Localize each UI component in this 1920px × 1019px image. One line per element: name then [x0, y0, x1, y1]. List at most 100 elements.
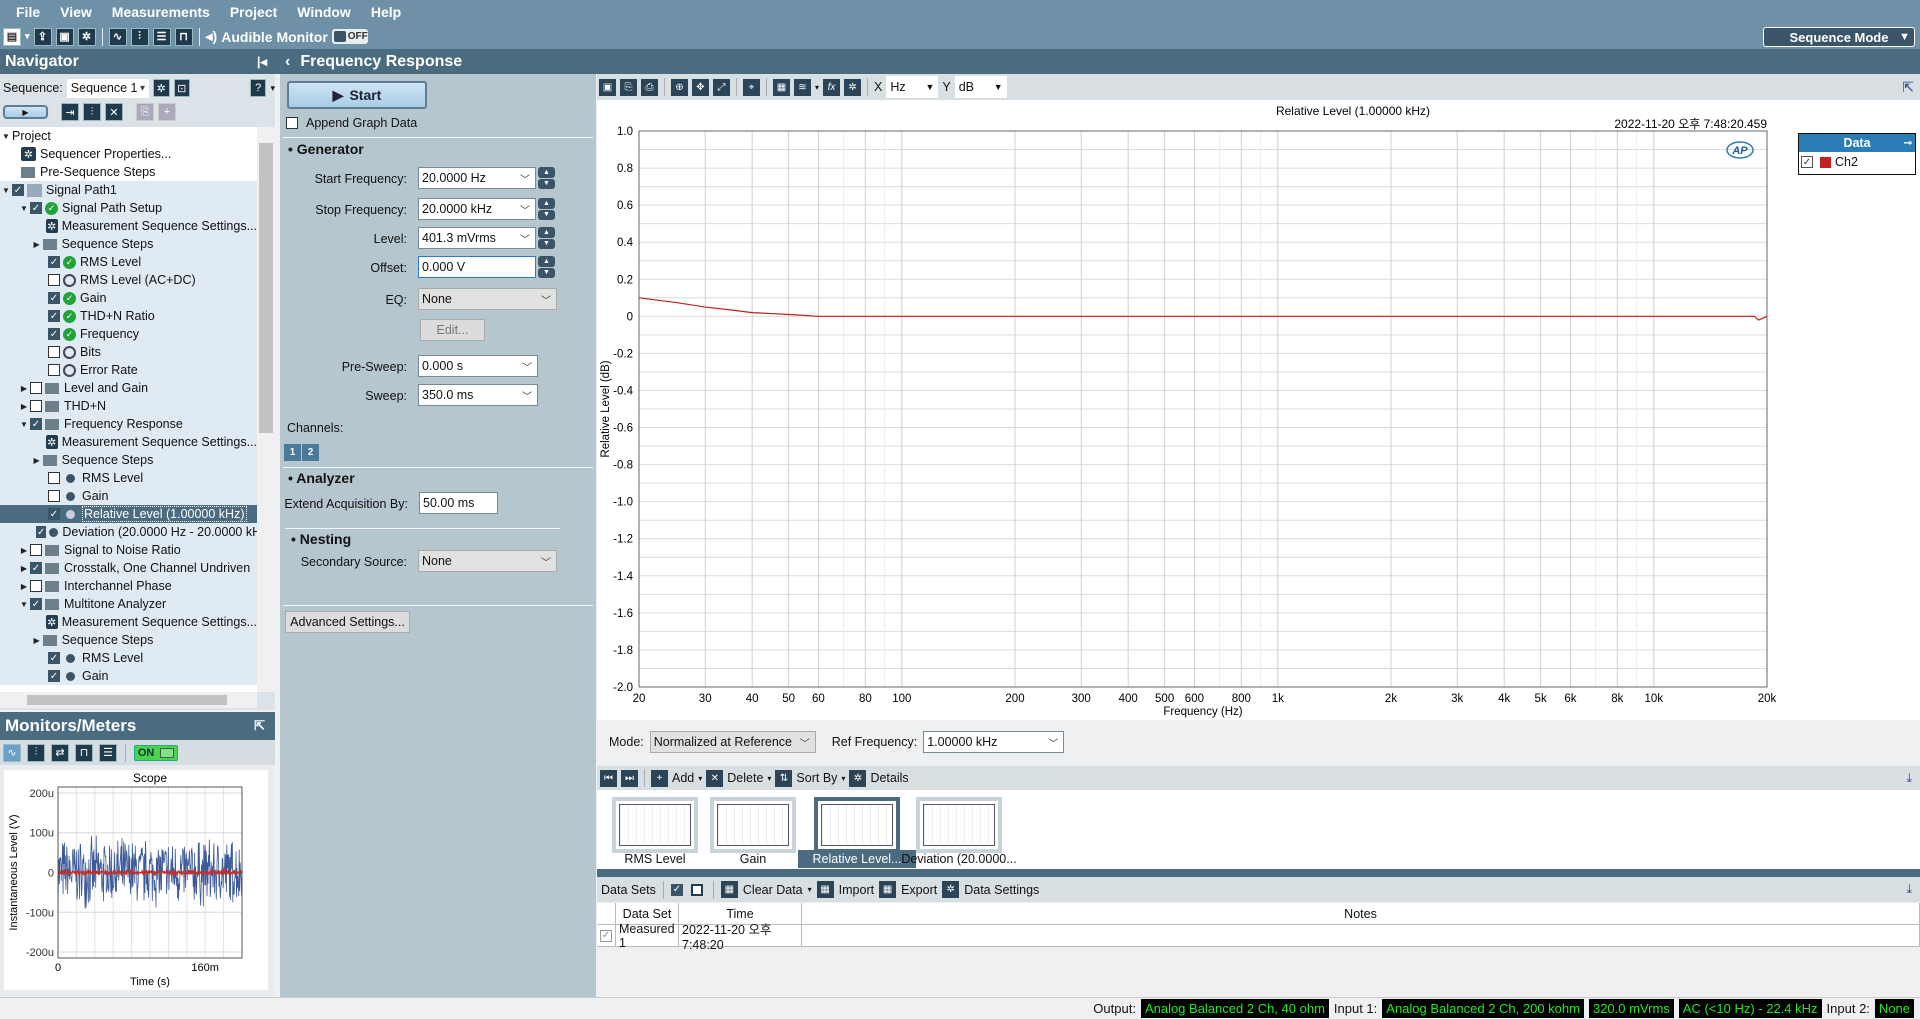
collapsed-arrow-icon[interactable]: ▶ [18, 546, 30, 555]
tree-checkbox[interactable] [30, 544, 42, 556]
spectrum-icon[interactable]: ⫶ [130, 27, 149, 46]
sequence-select[interactable]: Sequence 1 ▾ [66, 78, 150, 98]
monitors-toggle[interactable]: ON [134, 744, 178, 761]
scrollbar-thumb[interactable] [259, 143, 273, 433]
y-unit-select[interactable]: dB ▼ [954, 76, 1007, 98]
thumbnail-label[interactable]: Relative Level... [798, 850, 916, 868]
tree-checkbox[interactable]: ✓ [30, 562, 42, 574]
thumbnail-label[interactable]: Gain [694, 850, 812, 868]
collapsed-arrow-icon[interactable]: ▶ [18, 384, 30, 393]
sequence-settings-gear-icon[interactable]: ✲ [153, 79, 170, 97]
digital-monitor-icon[interactable]: ⊓ [75, 743, 93, 762]
data-settings-button[interactable]: Data Settings [964, 883, 1039, 897]
tree-checkbox[interactable] [30, 382, 42, 394]
gear-icon[interactable]: ✲ [77, 27, 96, 46]
row-checkbox[interactable]: ✓ [597, 925, 616, 947]
sort-button[interactable]: Sort By [796, 771, 837, 785]
tree-item[interactable]: ▶ ✓ Crosstalk, One Channel Undriven [0, 559, 257, 577]
data-settings-gear-icon[interactable]: ✲ [942, 881, 960, 898]
graph-settings-gear-icon[interactable]: ✲ [844, 78, 862, 96]
tree-item[interactable]: ✲ Measurement Sequence Settings... [0, 217, 257, 235]
check-all-icon[interactable]: ✓ [670, 883, 683, 896]
tree-item[interactable]: ▶ Sequence Steps [0, 451, 257, 469]
open-folder-icon[interactable]: ⇪ [33, 27, 52, 46]
fit-icon[interactable]: ⤢ [713, 78, 730, 96]
tree-item[interactable]: ✓ ✓ THD+N Ratio [0, 307, 257, 325]
dropdown-icon[interactable]: ▾ [815, 83, 819, 92]
swap-icon[interactable]: ⇄ [51, 743, 69, 762]
clear-data-button[interactable]: Clear Data [743, 883, 803, 897]
thumbnail-1[interactable] [710, 797, 796, 853]
mode-select[interactable]: Normalized at Reference ﹀ [649, 731, 816, 753]
help-dropdown-icon[interactable]: ▾ [270, 83, 275, 94]
pin-sidebar-icon[interactable]: |◂ [257, 54, 267, 70]
details-gear-icon[interactable]: ✲ [849, 769, 867, 787]
tree-checkbox[interactable]: ✓ [48, 508, 60, 520]
tree-item[interactable]: ▼ Project [0, 127, 257, 145]
back-chevron-icon[interactable]: ‹ [285, 53, 290, 71]
tree-checkbox[interactable] [48, 364, 60, 376]
tree-item[interactable]: RMS Level (AC+DC) [0, 271, 257, 289]
level-stepper[interactable]: ▲ ▼ [538, 227, 555, 249]
delete-icon[interactable]: ✕ [105, 103, 123, 121]
tree-checkbox[interactable]: ✓ [48, 310, 60, 322]
add-button[interactable]: Add [672, 771, 694, 785]
collapsed-arrow-icon[interactable]: ▶ [31, 456, 43, 465]
sequence-lock-icon[interactable]: ⊡ [173, 79, 190, 97]
delete-icon[interactable]: ✕ [706, 769, 724, 787]
collapsed-arrow-icon[interactable]: ▶ [31, 636, 43, 645]
tree-item[interactable]: ▶ Sequence Steps [0, 631, 257, 649]
tree-checkbox[interactable] [30, 580, 42, 592]
tree-checkbox[interactable] [48, 490, 60, 502]
first-icon[interactable]: ⏮ [600, 769, 617, 787]
save-icon[interactable]: ▣ [55, 27, 74, 46]
collapse-icon[interactable]: ⤓ [1906, 882, 1912, 897]
x-unit-select[interactable]: Hz ▼ [886, 76, 939, 98]
trace-style-icon[interactable]: ≋ [794, 78, 811, 96]
collapsed-arrow-icon[interactable]: ▶ [31, 240, 43, 249]
bandwidth-value[interactable]: AC (<10 Hz) - 22.4 kHz [1678, 999, 1822, 1018]
cell-notes[interactable] [802, 925, 1920, 947]
offset-stepper[interactable]: ▲ ▼ [538, 256, 555, 278]
save-graph-icon[interactable]: ▣ [599, 78, 616, 96]
copy-graph-icon[interactable]: ⎘ [620, 78, 637, 96]
tree-item[interactable]: ✲ Measurement Sequence Settings... [0, 613, 257, 631]
eq-edit-button[interactable]: Edit... [420, 319, 485, 341]
stop-frequency-input[interactable]: 20.0000 kHz ﹀ [418, 198, 536, 220]
tree-checkbox[interactable]: ✓ [48, 256, 60, 268]
tree-item[interactable]: ✓ Gain [0, 667, 257, 685]
tree-item[interactable]: ✓ Relative Level (1.00000 kHz) [0, 505, 257, 523]
thumbnail-0[interactable] [612, 797, 698, 853]
menu-project[interactable]: Project [230, 4, 277, 20]
tree-checkbox[interactable]: ✓ [48, 670, 60, 682]
start-button[interactable]: ▶ Start [287, 81, 427, 109]
tree-item[interactable]: ▼ ✓ ✓ Signal Path Setup [0, 199, 257, 217]
sweep-input[interactable]: 350.0 ms ﹀ [418, 384, 538, 406]
delete-button[interactable]: Delete [727, 771, 763, 785]
thumbnail-label[interactable]: Deviation (20.0000... [900, 850, 1018, 868]
export-icon[interactable]: ▦ [879, 881, 897, 898]
thumbnail-2[interactable] [814, 797, 900, 853]
tree-item[interactable]: Pre-Sequence Steps [0, 163, 257, 181]
secondary-source-select[interactable]: None ﹀ [418, 550, 557, 572]
step-into-icon[interactable]: ⇥ [61, 103, 79, 121]
start-frequency-stepper[interactable]: ▲ ▼ [538, 167, 555, 189]
fft-monitor-icon[interactable]: ⫶ [27, 743, 45, 762]
pre-sweep-input[interactable]: 0.000 s ﹀ [418, 355, 538, 377]
meters-icon[interactable]: ☰ [152, 27, 171, 46]
tree-checkbox[interactable]: ✓ [48, 652, 60, 664]
scope-monitor-icon[interactable]: ∿ [3, 743, 21, 762]
details-button[interactable]: Details [870, 771, 908, 785]
tree-checkbox[interactable] [30, 400, 42, 412]
tree-item[interactable]: ▶ Level and Gain [0, 379, 257, 397]
expanded-arrow-icon[interactable]: ▼ [0, 186, 12, 195]
tree-item[interactable]: ✓ ✓ Frequency [0, 325, 257, 343]
digital-icon[interactable]: ⊓ [174, 27, 193, 46]
tree-item[interactable]: Bits [0, 343, 257, 361]
tree-checkbox[interactable]: ✓ [30, 418, 42, 430]
tree-checkbox[interactable]: ✓ [48, 328, 60, 340]
tree-item[interactable]: ▶ Signal to Noise Ratio [0, 541, 257, 559]
tree-checkbox[interactable]: ✓ [36, 526, 47, 538]
tree-item[interactable]: ✲ Sequencer Properties... [0, 145, 257, 163]
sort-icon[interactable]: ⇅ [775, 769, 793, 787]
